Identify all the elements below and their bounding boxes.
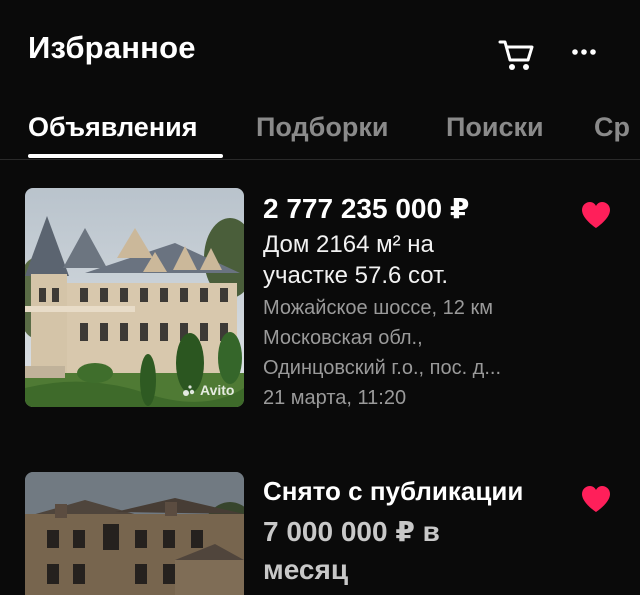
tab-collections[interactable]: Подборки bbox=[256, 112, 388, 143]
tab-ads[interactable]: Объявления bbox=[28, 112, 197, 143]
heart-icon bbox=[582, 486, 610, 512]
listing-description: Дом 2164 м² на участке 57.6 сот. bbox=[263, 231, 449, 289]
header: Избранное bbox=[0, 0, 640, 100]
listing-address-line: Можайское шоссе, 12 км bbox=[263, 297, 493, 319]
listing-status: Снято с публикации bbox=[263, 476, 524, 506]
listing-address-line: Московская обл., bbox=[263, 327, 423, 349]
favorites-screen: Избранное Объявления Подборки Поиски Ср bbox=[0, 0, 640, 595]
more-button[interactable] bbox=[566, 34, 606, 74]
favorite-button[interactable] bbox=[580, 200, 612, 230]
listing-price: 2 777 235 000 ₽ bbox=[263, 193, 470, 224]
tab-compare[interactable]: Ср bbox=[594, 112, 630, 143]
avito-watermark: Avito bbox=[182, 382, 234, 398]
tab-bar: Объявления Подборки Поиски Ср bbox=[0, 104, 640, 160]
listing-date: 21 марта, 11:20 bbox=[263, 387, 407, 409]
page-title: Избранное bbox=[28, 30, 196, 65]
listing-info: 2 777 235 000 ₽ Дом 2164 м² на участке 5… bbox=[263, 192, 573, 413]
active-tab-indicator bbox=[28, 154, 223, 158]
cart-icon bbox=[498, 40, 534, 70]
listing-info: Снято с публикации 7 000 000 ₽ в месяц bbox=[263, 476, 563, 589]
listing-item[interactable]: Avito 2 777 235 000 ₽ Дом 2164 м² на уча… bbox=[0, 188, 640, 418]
heart-icon bbox=[582, 202, 610, 228]
cart-button[interactable] bbox=[494, 34, 538, 74]
house-photo bbox=[25, 188, 244, 407]
listing-address-line: Одинцовский г.о., пос. д... bbox=[263, 357, 502, 379]
tab-searches[interactable]: Поиски bbox=[446, 112, 544, 143]
listing-photo[interactable]: Avito bbox=[25, 188, 244, 407]
photo-dim-overlay bbox=[25, 472, 244, 595]
more-icon bbox=[572, 49, 596, 55]
tabs-divider bbox=[0, 159, 640, 160]
listing-item[interactable]: Снято с публикации 7 000 000 ₽ в месяц bbox=[0, 472, 640, 595]
avito-logo-icon bbox=[183, 385, 195, 396]
listing-photo[interactable] bbox=[25, 472, 244, 595]
favorite-button[interactable] bbox=[580, 484, 612, 514]
listing-price: 7 000 000 ₽ в месяц bbox=[263, 516, 440, 585]
